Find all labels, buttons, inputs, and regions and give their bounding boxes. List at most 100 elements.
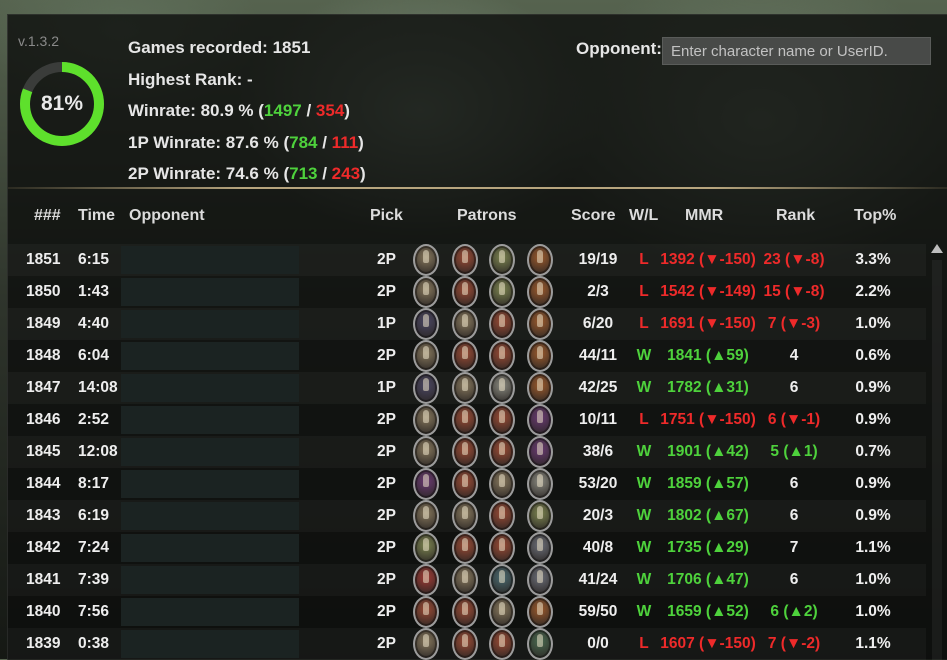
match-row[interactable]: 1846 2:52 2P 10/11 L 1751 (▼-150) 6 (▼-1) 0.9% — [8, 404, 926, 436]
match-score: 6/20 — [582, 315, 614, 332]
match-row[interactable]: 1845 12:08 2P 38/6 W 1901 (▲42) 5 (▲1) 0.7% — [8, 436, 926, 468]
match-row[interactable]: 1848 6:04 2P 44/11 W 1841 (▲59) 4 0.6% — [8, 340, 926, 372]
opponent-search-input[interactable] — [662, 37, 931, 65]
winrate-line: Winrate: 80.9 % (1497 / 354) — [128, 101, 350, 120]
opponent-name-redacted — [121, 406, 299, 434]
rank-value: 6 (▲2) — [770, 603, 818, 620]
patron-icon — [489, 532, 515, 564]
win-loss-result: W — [636, 347, 652, 364]
pick-order: 2P — [377, 571, 396, 588]
patron-icon — [527, 564, 553, 596]
match-time: 1:43 — [78, 283, 110, 300]
scroll-up-arrow-icon[interactable] — [931, 244, 943, 253]
header-patrons[interactable]: Patrons — [457, 207, 517, 225]
match-history-list: 1851 6:15 2P 19/19 L 1392 (▼-150) 23 (▼-8) 3.3%… — [8, 244, 926, 660]
match-row[interactable]: 1840 7:56 2P 59/50 W 1659 (▲52) 6 (▲2) 1.0% — [8, 596, 926, 628]
patron-icon — [489, 468, 515, 500]
match-score: 19/19 — [578, 251, 618, 268]
win-loss-result: L — [639, 635, 649, 652]
top-percent: 3.3% — [855, 251, 891, 268]
rank-value: 6 — [789, 507, 799, 524]
header-top-percent[interactable]: Top% — [854, 207, 896, 225]
patron-icon — [452, 596, 478, 628]
win-loss-result: W — [636, 571, 652, 588]
patron-icon — [489, 500, 515, 532]
header-rank[interactable]: Rank — [776, 207, 815, 225]
scrollbar-track[interactable] — [932, 260, 942, 660]
opponent-label: Opponent: — [576, 39, 662, 58]
match-score: 2/3 — [587, 283, 609, 300]
highest-rank-line: Highest Rank: - — [128, 69, 253, 89]
match-row[interactable]: 1850 1:43 2P 2/3 L 1542 (▼-149) 15 (▼-8) 2.2% — [8, 276, 926, 308]
header-time[interactable]: Time — [78, 207, 115, 225]
match-number: 1847 — [26, 379, 61, 396]
patron-icon — [452, 564, 478, 596]
match-row[interactable]: 1847 14:08 1P 42/25 W 1782 (▲31) 6 0.9% — [8, 372, 926, 404]
mmr-value: 1706 (▲47) — [667, 571, 749, 588]
opponent-name-redacted — [121, 502, 299, 530]
header-mmr[interactable]: MMR — [685, 207, 723, 225]
top-percent: 0.9% — [855, 475, 891, 492]
pick-order: 2P — [377, 539, 396, 556]
win-loss-result: L — [639, 411, 649, 428]
match-number: 1846 — [26, 411, 61, 428]
patron-icon — [489, 308, 515, 340]
pick-order: 2P — [377, 251, 396, 268]
win-loss-result: W — [636, 475, 652, 492]
match-score: 44/11 — [579, 347, 617, 364]
match-number: 1851 — [26, 251, 61, 268]
patron-icon — [413, 564, 439, 596]
top-percent: 0.9% — [855, 411, 891, 428]
mmr-value: 1392 (▼-150) — [660, 251, 756, 268]
header-number[interactable]: ### — [34, 207, 61, 225]
patron-icon — [452, 276, 478, 308]
pick-order: 1P — [377, 315, 396, 332]
opponent-name-redacted — [121, 534, 299, 562]
opponent-name-redacted — [121, 246, 299, 274]
rank-value: 7 — [789, 539, 799, 556]
match-list-scrollbar[interactable] — [928, 244, 946, 660]
patron-icon — [489, 276, 515, 308]
match-time: 14:08 — [78, 379, 118, 396]
rank-value: 6 (▼-1) — [767, 411, 821, 428]
header-wl[interactable]: W/L — [629, 207, 658, 225]
top-percent: 1.0% — [855, 571, 891, 588]
match-row[interactable]: 1851 6:15 2P 19/19 L 1392 (▼-150) 23 (▼-8) 3.3% — [8, 244, 926, 276]
version-label: v.1.3.2 — [18, 33, 59, 49]
match-row[interactable]: 1844 8:17 2P 53/20 W 1859 (▲57) 6 0.9% — [8, 468, 926, 500]
match-number: 1842 — [26, 539, 61, 556]
top-percent: 0.6% — [855, 347, 891, 364]
match-score: 20/3 — [582, 507, 614, 524]
patron-icon — [489, 436, 515, 468]
top-percent: 0.7% — [855, 443, 891, 460]
top-percent: 0.9% — [855, 507, 891, 524]
match-time: 8:17 — [78, 475, 110, 492]
header-opponent[interactable]: Opponent — [129, 207, 205, 225]
mmr-value: 1751 (▼-150) — [660, 411, 756, 428]
tales-of-tribute-stats-panel: v.1.3.2 81% Games recorded: 1851 Highest… — [7, 14, 947, 660]
match-row[interactable]: 1842 7:24 2P 40/8 W 1735 (▲29) 7 1.1% — [8, 532, 926, 564]
match-time: 7:39 — [78, 571, 110, 588]
win-loss-result: W — [636, 379, 652, 396]
patron-icon — [413, 628, 439, 660]
match-row[interactable]: 1849 4:40 1P 6/20 L 1691 (▼-150) 7 (▼-3) 1.0% — [8, 308, 926, 340]
opponent-name-redacted — [121, 598, 299, 626]
header-score[interactable]: Score — [571, 207, 615, 225]
match-row[interactable]: 1843 6:19 2P 20/3 W 1802 (▲67) 6 0.9% — [8, 500, 926, 532]
opponent-name-redacted — [121, 310, 299, 338]
header-pick[interactable]: Pick — [370, 207, 403, 225]
mmr-value: 1691 (▼-150) — [660, 315, 756, 332]
mmr-value: 1841 (▲59) — [667, 347, 749, 364]
patron-icon — [452, 468, 478, 500]
match-row[interactable]: 1841 7:39 2P 41/24 W 1706 (▲47) 6 1.0% — [8, 564, 926, 596]
pick-order: 2P — [377, 507, 396, 524]
patron-icon — [527, 372, 553, 404]
match-time: 2:52 — [78, 411, 110, 428]
match-row[interactable]: 1839 0:38 2P 0/0 L 1607 (▼-150) 7 (▼-2) 1.1% — [8, 628, 926, 660]
patron-icon — [452, 532, 478, 564]
match-score: 41/24 — [578, 571, 618, 588]
win-loss-result: L — [639, 315, 649, 332]
top-percent: 1.0% — [855, 315, 891, 332]
match-score: 38/6 — [582, 443, 614, 460]
patron-icon — [527, 532, 553, 564]
